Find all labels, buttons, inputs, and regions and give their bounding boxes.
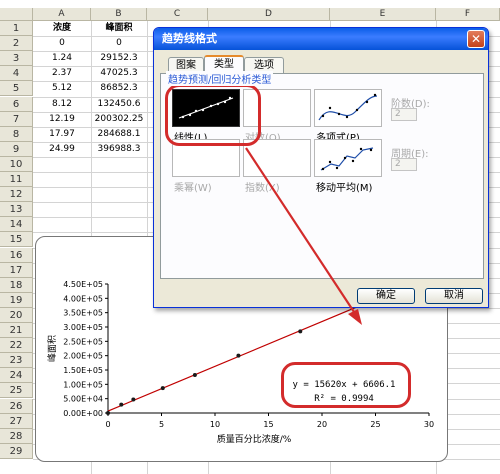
exponential-option-label[interactable]: 指数(X) <box>245 179 280 194</box>
table-cell[interactable]: 浓度 <box>33 21 91 35</box>
y-tick-label: 1.50E+05 <box>63 366 103 375</box>
column-header[interactable]: B <box>91 8 147 21</box>
regression-type-group-label: 趋势预测/回归分析类型 <box>166 71 274 86</box>
y-tick-label: 5.00E+04 <box>63 395 103 404</box>
y-tick-label: 1.00E+05 <box>63 380 103 389</box>
y-tick-label: 3.50E+05 <box>63 309 103 318</box>
row-header[interactable]: 11 <box>0 172 33 188</box>
table-cell[interactable]: 47025.3 <box>91 66 147 80</box>
column-header[interactable]: F <box>436 8 500 21</box>
table-cell[interactable]: 29152.3 <box>91 51 147 65</box>
row-header[interactable]: 16 <box>0 247 33 263</box>
order-spinner[interactable]: 2 <box>391 108 417 121</box>
row-header[interactable]: 18 <box>0 277 33 293</box>
moving-average-option-label[interactable]: 移动平均(M) <box>316 179 372 194</box>
x-tick-label: 15 <box>263 420 273 429</box>
row-header[interactable]: 17 <box>0 262 33 278</box>
exponential-option[interactable] <box>243 139 311 177</box>
polynomial-thumbnail-icon <box>318 93 378 121</box>
data-point <box>119 402 124 407</box>
period-spinner[interactable]: 2 <box>391 158 417 171</box>
moving-average-thumbnail-icon <box>320 147 374 171</box>
x-tick-label: 0 <box>105 420 110 429</box>
column-header[interactable]: A <box>33 8 91 21</box>
data-point <box>236 353 241 358</box>
table-cell[interactable]: 0 <box>33 36 91 50</box>
x-axis-label: 质量百分比浓度/% <box>217 433 292 445</box>
ok-button[interactable]: 确定 <box>357 288 415 304</box>
row-header[interactable]: 8 <box>0 126 33 142</box>
table-cell[interactable]: 峰面积 <box>91 21 147 35</box>
table-cell[interactable]: 8.12 <box>33 97 91 111</box>
x-tick-label: 25 <box>370 420 380 429</box>
row-header[interactable]: 1 <box>0 21 33 37</box>
row-header[interactable]: 23 <box>0 353 33 369</box>
row-header[interactable]: 5 <box>0 81 33 97</box>
y-tick-label: 3.00E+05 <box>63 323 103 332</box>
row-header[interactable]: 7 <box>0 111 33 127</box>
table-cell[interactable]: 284688.1 <box>91 127 147 141</box>
row-header[interactable]: 4 <box>0 66 33 82</box>
x-tick-label: 5 <box>159 420 164 429</box>
table-cell[interactable]: 396988.3 <box>91 142 147 156</box>
data-point <box>131 397 136 402</box>
equation-highlight-circle <box>281 362 411 408</box>
column-header[interactable]: E <box>330 8 436 21</box>
table-cell[interactable]: 86852.3 <box>91 81 147 95</box>
row-header[interactable]: 10 <box>0 156 33 172</box>
x-tick-label: 20 <box>317 420 327 429</box>
table-cell[interactable]: 200302.25 <box>91 112 147 126</box>
row-header[interactable]: 27 <box>0 413 33 429</box>
trendline-format-dialog: 趋势线格式 ✕ 图案 类型 选项 趋势预测/回归分析类型 线性(L) 对数(O)… <box>153 27 489 308</box>
y-tick-label: 4.50E+05 <box>63 280 103 289</box>
table-cell[interactable]: 0 <box>91 36 147 50</box>
table-cell[interactable]: 17.97 <box>33 127 91 141</box>
power-option-label[interactable]: 乘幂(W) <box>174 179 212 194</box>
row-header[interactable]: 19 <box>0 292 33 308</box>
table-cell[interactable]: 24.99 <box>33 142 91 156</box>
row-header[interactable]: 6 <box>0 96 33 112</box>
close-icon[interactable]: ✕ <box>467 30 485 48</box>
polynomial-option[interactable] <box>314 89 382 127</box>
x-tick-label: 10 <box>210 420 220 429</box>
row-header[interactable]: 22 <box>0 338 33 354</box>
row-header[interactable]: 20 <box>0 307 33 323</box>
column-header[interactable]: C <box>147 8 208 21</box>
row-header[interactable]: 24 <box>0 368 33 384</box>
table-cell[interactable]: 2.37 <box>33 66 91 80</box>
row-header[interactable]: 13 <box>0 202 33 218</box>
data-point <box>298 329 303 334</box>
row-header[interactable]: 3 <box>0 51 33 67</box>
y-axis-label: 峰面积 <box>46 335 58 362</box>
y-tick-label: 2.00E+05 <box>63 352 103 361</box>
row-header[interactable]: 2 <box>0 36 33 52</box>
data-point <box>106 411 110 415</box>
y-tick-label: 0.00E+00 <box>63 409 103 418</box>
table-cell[interactable]: 132450.6 <box>91 97 147 111</box>
row-header[interactable]: 29 <box>0 443 33 459</box>
row-header[interactable]: 14 <box>0 217 33 233</box>
row-header[interactable]: 25 <box>0 383 33 399</box>
table-cell[interactable]: 1.24 <box>33 51 91 65</box>
table-cell[interactable]: 12.19 <box>33 112 91 126</box>
dialog-titlebar[interactable]: 趋势线格式 <box>154 28 488 50</box>
y-tick-label: 2.50E+05 <box>63 337 103 346</box>
cancel-button[interactable]: 取消 <box>425 288 483 304</box>
linear-highlight-circle <box>165 84 261 146</box>
y-tick-label: 4.00E+05 <box>63 294 103 303</box>
column-header[interactable]: D <box>208 8 330 21</box>
data-point <box>192 373 197 378</box>
table-cell[interactable]: 5.12 <box>33 81 91 95</box>
moving-average-option[interactable] <box>314 139 382 177</box>
x-tick-label: 30 <box>424 420 434 429</box>
select-all-corner[interactable] <box>0 8 33 21</box>
row-header[interactable]: 21 <box>0 323 33 339</box>
row-header[interactable]: 15 <box>0 232 33 248</box>
row-header[interactable]: 9 <box>0 141 33 157</box>
row-header[interactable]: 28 <box>0 428 33 444</box>
row-header[interactable]: 12 <box>0 187 33 203</box>
data-point <box>160 386 165 391</box>
row-header[interactable]: 26 <box>0 398 33 414</box>
dialog-title: 趋势线格式 <box>162 32 217 45</box>
